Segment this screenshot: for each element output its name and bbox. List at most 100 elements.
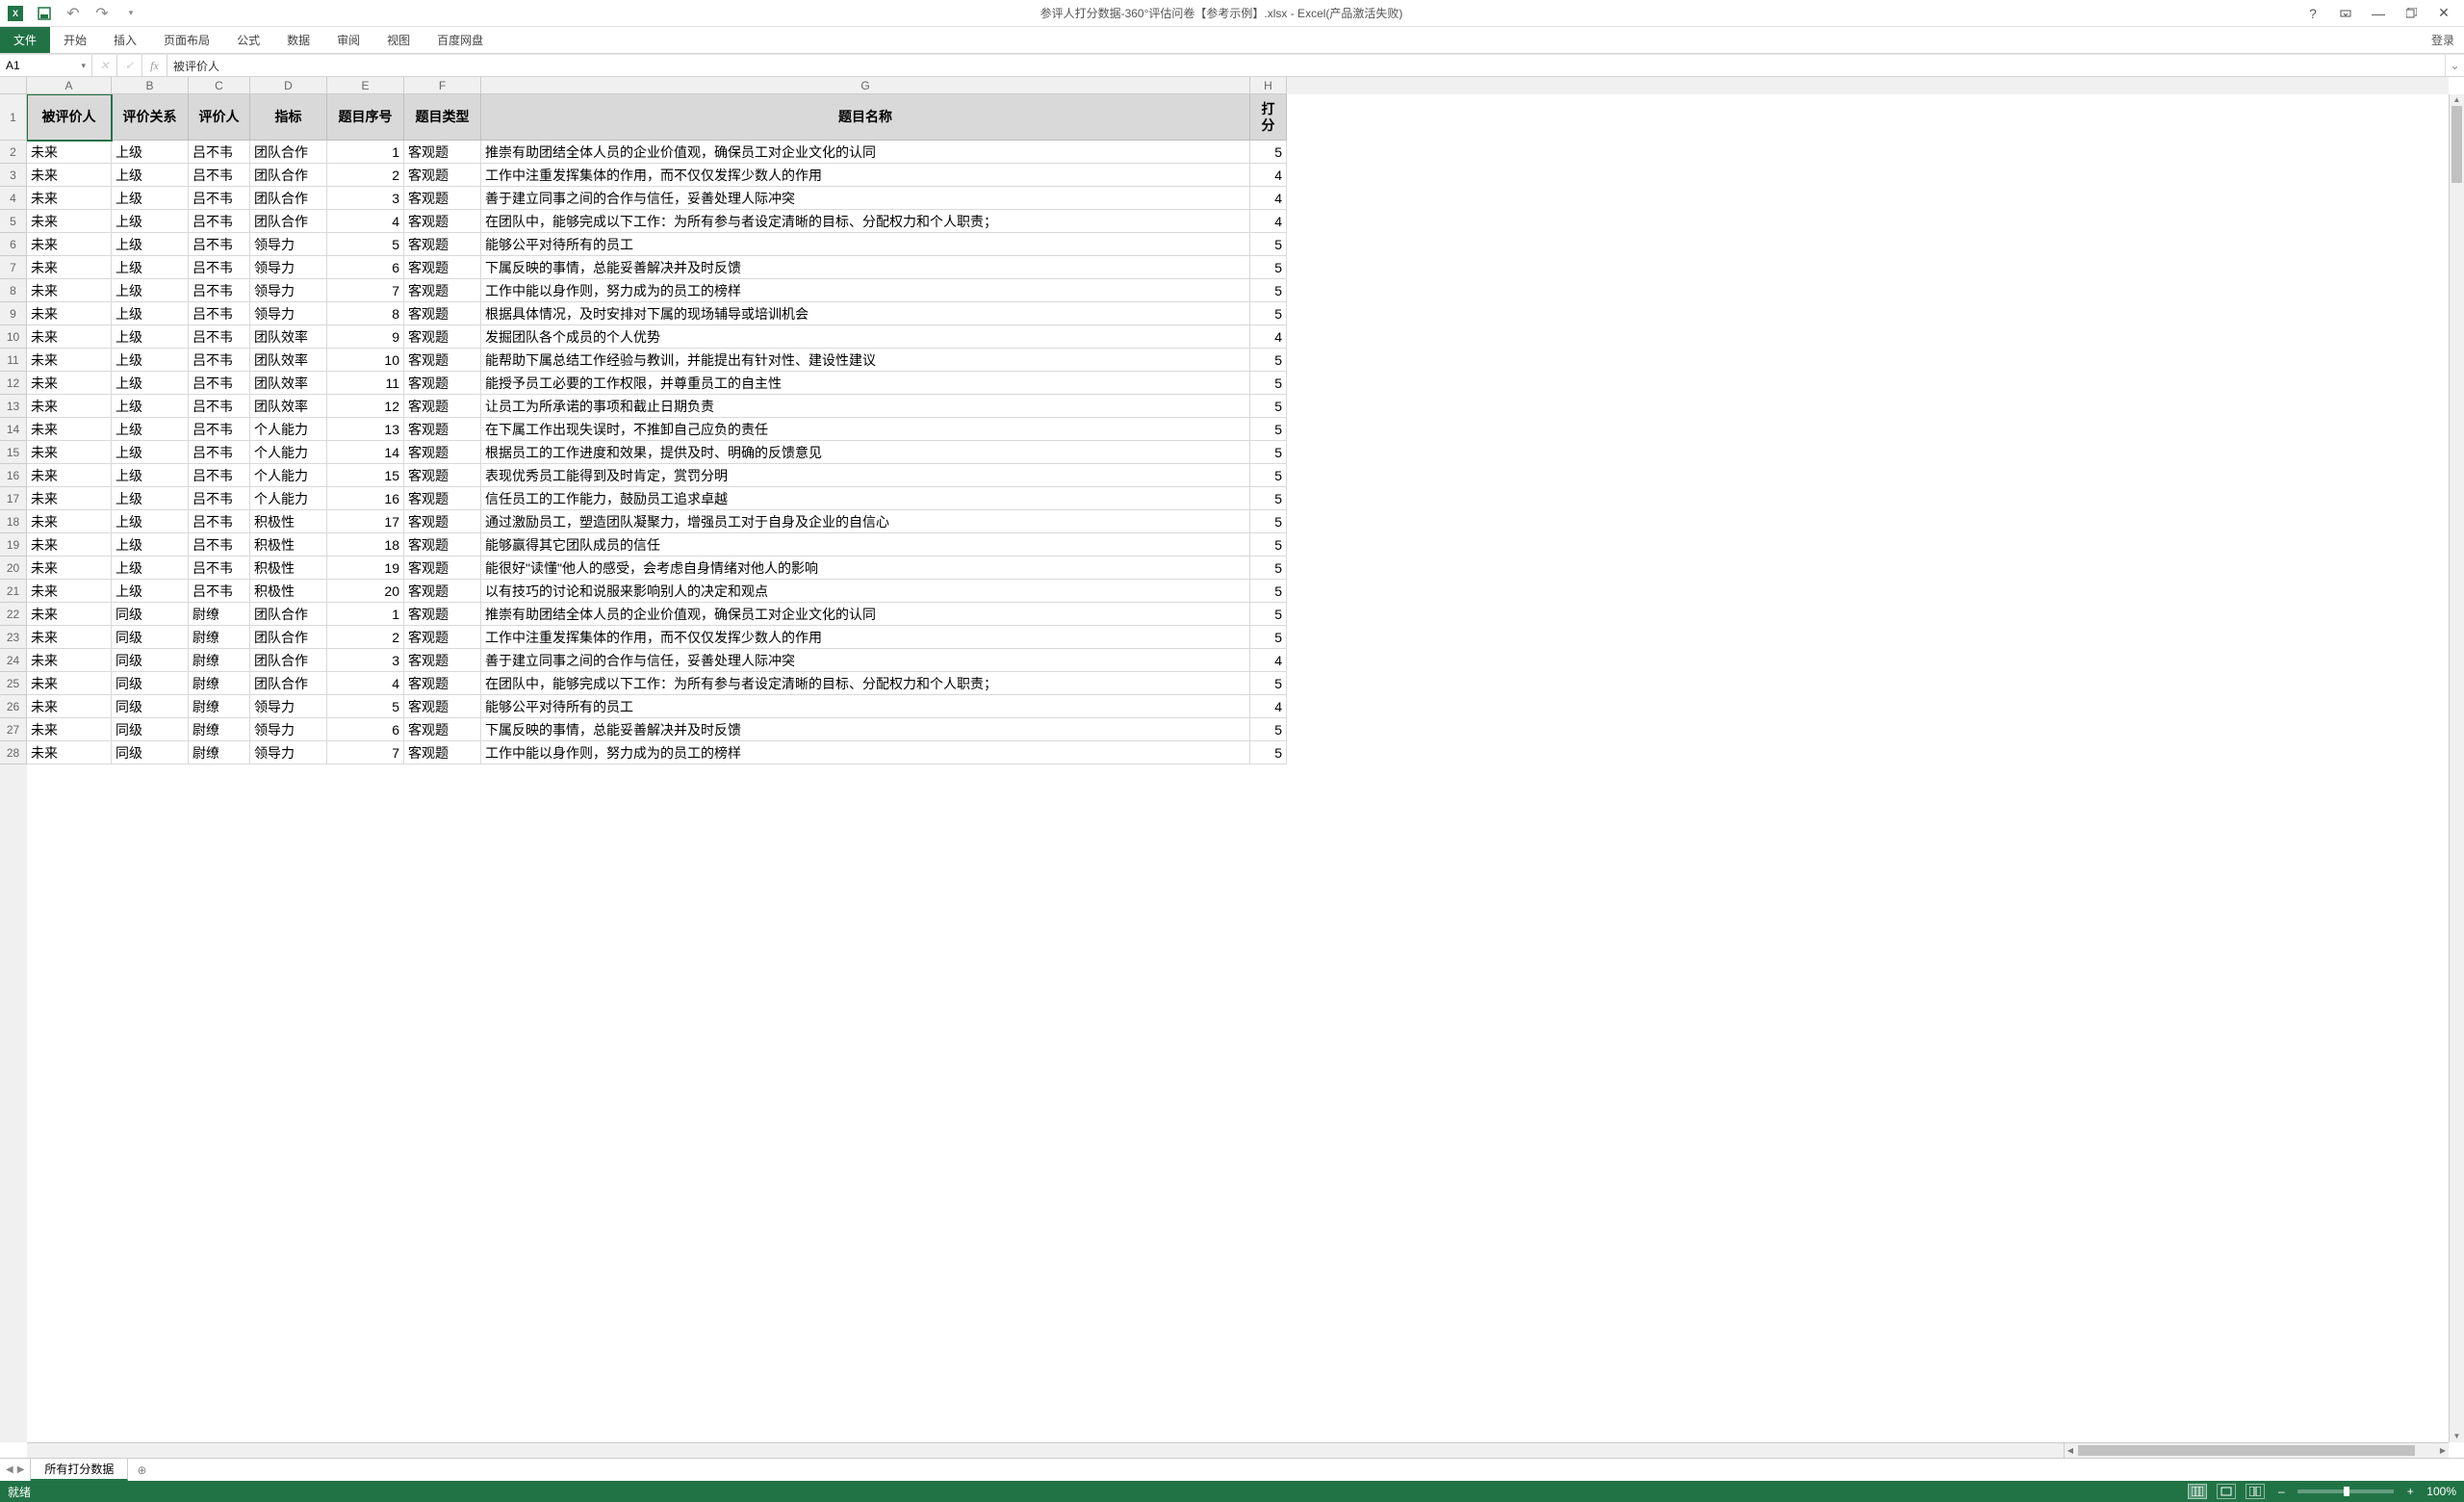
- cell[interactable]: 未来: [27, 349, 112, 372]
- zoom-level[interactable]: 100%: [2426, 1485, 2456, 1498]
- cell[interactable]: 未来: [27, 557, 112, 580]
- row-header[interactable]: 18: [0, 510, 27, 533]
- cell[interactable]: 未来: [27, 487, 112, 510]
- cell[interactable]: 同级: [112, 695, 189, 718]
- cell[interactable]: 吕不韦: [189, 256, 250, 279]
- cell[interactable]: 团队合作: [250, 672, 327, 695]
- scroll-down-icon[interactable]: ▼: [2450, 1431, 2464, 1442]
- cell[interactable]: 客观题: [404, 418, 481, 441]
- cell[interactable]: 吕不韦: [189, 210, 250, 233]
- cell[interactable]: 未来: [27, 418, 112, 441]
- row-header[interactable]: 10: [0, 325, 27, 349]
- cell[interactable]: 团队合作: [250, 210, 327, 233]
- normal-view-icon[interactable]: [2188, 1484, 2207, 1499]
- cell[interactable]: 9: [327, 325, 404, 349]
- restore-icon[interactable]: [2402, 5, 2420, 22]
- cell[interactable]: 工作中能以身作则，努力成为的员工的榜样: [481, 741, 1250, 764]
- row-header[interactable]: 5: [0, 210, 27, 233]
- cell[interactable]: 同级: [112, 672, 189, 695]
- cell[interactable]: 善于建立同事之间的合作与信任，妥善处理人际冲突: [481, 187, 1250, 210]
- cell[interactable]: 能很好"读懂"他人的感受，会考虑自身情绪对他人的影响: [481, 557, 1250, 580]
- formula-input[interactable]: 被评价人: [167, 55, 2445, 76]
- cell[interactable]: 未来: [27, 533, 112, 557]
- cell[interactable]: 5: [1250, 626, 1287, 649]
- cell[interactable]: 客观题: [404, 325, 481, 349]
- row-header[interactable]: 2: [0, 141, 27, 164]
- cell[interactable]: 尉缭: [189, 649, 250, 672]
- cell[interactable]: 5: [327, 233, 404, 256]
- cell[interactable]: 团队效率: [250, 325, 327, 349]
- cell[interactable]: 吕不韦: [189, 487, 250, 510]
- row-header[interactable]: 19: [0, 533, 27, 557]
- cell[interactable]: 团队效率: [250, 372, 327, 395]
- cell[interactable]: 上级: [112, 395, 189, 418]
- cell[interactable]: 个人能力: [250, 464, 327, 487]
- close-icon[interactable]: ✕: [2435, 5, 2452, 22]
- cell[interactable]: 客观题: [404, 533, 481, 557]
- cell[interactable]: 积极性: [250, 580, 327, 603]
- cell[interactable]: 团队效率: [250, 395, 327, 418]
- cell[interactable]: 未来: [27, 695, 112, 718]
- cell[interactable]: 根据具体情况，及时安排对下属的现场辅导或培训机会: [481, 302, 1250, 325]
- cell[interactable]: 吕不韦: [189, 418, 250, 441]
- cell[interactable]: 能够公平对待所有的员工: [481, 695, 1250, 718]
- cell[interactable]: 5: [1250, 464, 1287, 487]
- sheet-nav-next-icon[interactable]: ▶: [17, 1464, 25, 1475]
- cell[interactable]: 团队合作: [250, 187, 327, 210]
- cell[interactable]: 12: [327, 395, 404, 418]
- cell[interactable]: 上级: [112, 464, 189, 487]
- zoom-out-icon[interactable]: –: [2274, 1485, 2288, 1498]
- row-header[interactable]: 27: [0, 718, 27, 741]
- cell[interactable]: 未来: [27, 164, 112, 187]
- cell[interactable]: 能够公平对待所有的员工: [481, 233, 1250, 256]
- cell[interactable]: 未来: [27, 441, 112, 464]
- row-header[interactable]: 7: [0, 256, 27, 279]
- row-header[interactable]: 14: [0, 418, 27, 441]
- cell[interactable]: 上级: [112, 487, 189, 510]
- cell[interactable]: 客观题: [404, 510, 481, 533]
- cell[interactable]: 17: [327, 510, 404, 533]
- scroll-left-icon[interactable]: ◀: [2065, 1443, 2076, 1458]
- cell[interactable]: 尉缭: [189, 603, 250, 626]
- cell[interactable]: 吕不韦: [189, 395, 250, 418]
- cell[interactable]: 团队合作: [250, 141, 327, 164]
- sheet-tab-active[interactable]: 所有打分数据: [31, 1459, 128, 1481]
- cell[interactable]: 下属反映的事情，总能妥善解决并及时反馈: [481, 256, 1250, 279]
- cell[interactable]: 5: [1250, 533, 1287, 557]
- cell[interactable]: 在团队中，能够完成以下工作：为所有参与者设定清晰的目标、分配权力和个人职责；: [481, 672, 1250, 695]
- tab-baidu[interactable]: 百度网盘: [424, 27, 497, 53]
- header-cell[interactable]: 被评价人: [27, 94, 112, 141]
- cell[interactable]: 5: [1250, 741, 1287, 764]
- cell[interactable]: 5: [1250, 718, 1287, 741]
- row-header[interactable]: 8: [0, 279, 27, 302]
- cell[interactable]: 5: [1250, 349, 1287, 372]
- cell[interactable]: 未来: [27, 187, 112, 210]
- cell[interactable]: 吕不韦: [189, 164, 250, 187]
- cell[interactable]: 吕不韦: [189, 441, 250, 464]
- cell[interactable]: 上级: [112, 233, 189, 256]
- row-header[interactable]: 17: [0, 487, 27, 510]
- name-box-dropdown-icon[interactable]: ▾: [81, 61, 86, 71]
- cell[interactable]: 客观题: [404, 649, 481, 672]
- cell[interactable]: 未来: [27, 464, 112, 487]
- cell[interactable]: 未来: [27, 580, 112, 603]
- cell[interactable]: 尉缭: [189, 741, 250, 764]
- cell[interactable]: 上级: [112, 372, 189, 395]
- cell[interactable]: 吕不韦: [189, 141, 250, 164]
- cell[interactable]: 客观题: [404, 603, 481, 626]
- cell[interactable]: 工作中注重发挥集体的作用，而不仅仅发挥少数人的作用: [481, 164, 1250, 187]
- cell[interactable]: 个人能力: [250, 487, 327, 510]
- login-link[interactable]: 登录: [2431, 27, 2464, 53]
- cell[interactable]: 客观题: [404, 695, 481, 718]
- cell[interactable]: 5: [1250, 487, 1287, 510]
- cell[interactable]: 客观题: [404, 487, 481, 510]
- row-header[interactable]: 13: [0, 395, 27, 418]
- cell[interactable]: 团队合作: [250, 626, 327, 649]
- cell[interactable]: 客观题: [404, 441, 481, 464]
- cell[interactable]: 14: [327, 441, 404, 464]
- header-cell[interactable]: 指标: [250, 94, 327, 141]
- cell[interactable]: 客观题: [404, 256, 481, 279]
- qat-dropdown-icon[interactable]: ▾: [123, 6, 139, 21]
- cell[interactable]: 15: [327, 464, 404, 487]
- col-header-H[interactable]: H: [1250, 77, 1287, 94]
